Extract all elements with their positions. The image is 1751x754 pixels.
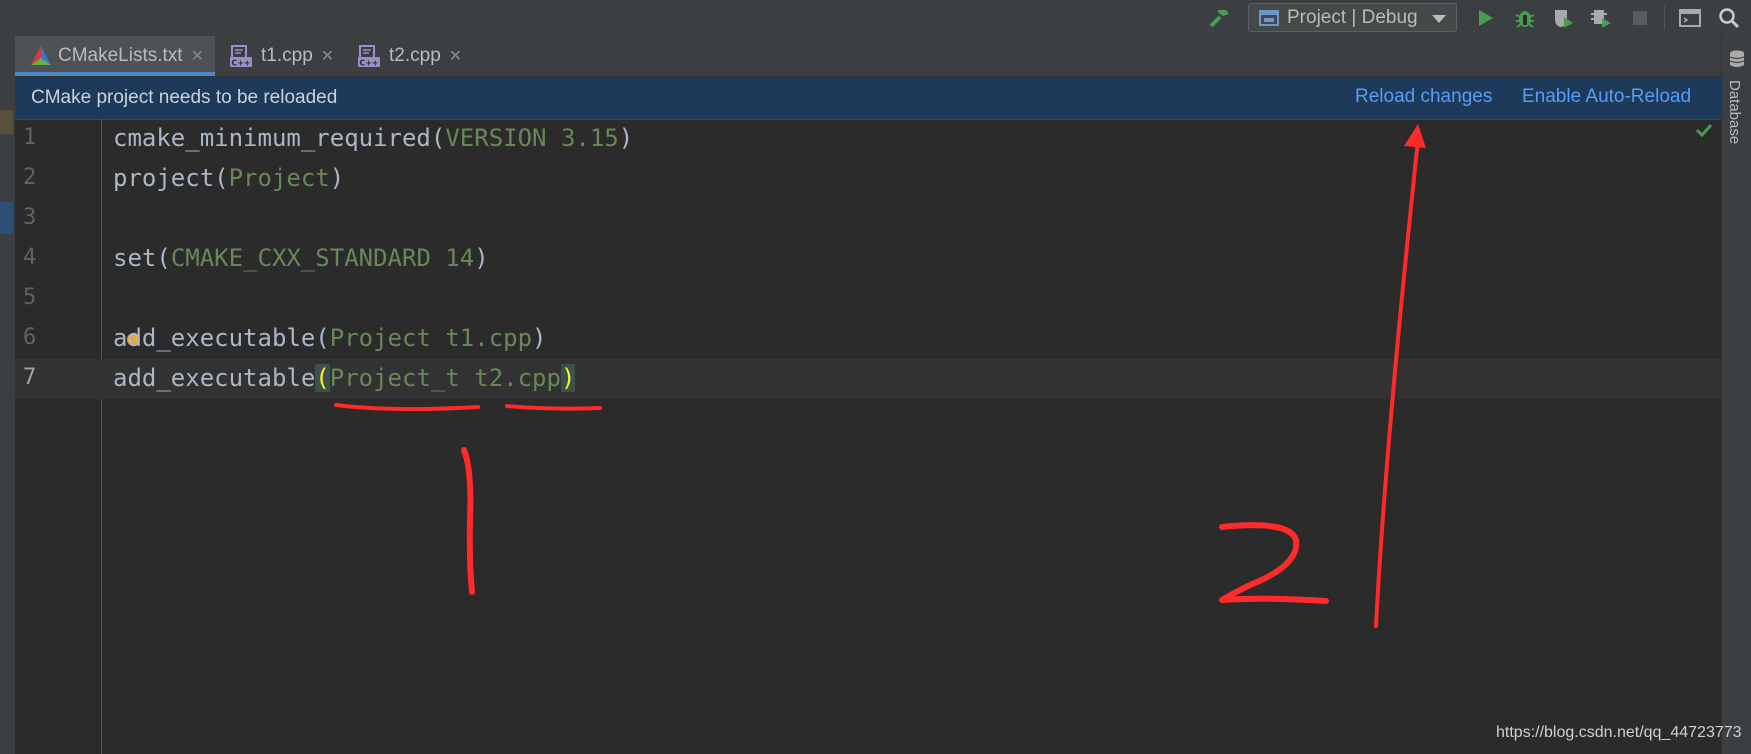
svg-text:C++: C++	[359, 59, 378, 68]
coverage-icon[interactable]	[1548, 0, 1578, 36]
database-tool-button[interactable]: Database	[1726, 80, 1743, 144]
banner-message: CMake project needs to be reloaded	[31, 87, 338, 108]
watermark-url: https://blog.csdn.net/qq_44723773	[1496, 724, 1742, 741]
cpp-file-icon: C++	[229, 44, 253, 68]
project-panel-marker[interactable]	[0, 110, 13, 134]
tab-label: CMakeLists.txt	[58, 45, 183, 66]
tab-label: t2.cpp	[389, 45, 441, 66]
code-line-current[interactable]: 7 add_executable(Project_t t2.cpp)	[15, 359, 1721, 399]
line-number: 1	[23, 125, 37, 150]
code-line[interactable]: 2 project(Project)	[15, 159, 1721, 199]
right-tool-strip: Database	[1721, 36, 1751, 754]
close-icon[interactable]: ✕	[321, 46, 334, 66]
run-configuration-selector[interactable]: Project | Debug	[1248, 3, 1457, 32]
code-line[interactable]: 3	[15, 199, 1721, 239]
line-number: 2	[23, 165, 37, 190]
terminal-layout-icon[interactable]	[1674, 0, 1706, 36]
function-args: VERSION 3.15	[445, 124, 619, 152]
cmake-icon	[30, 45, 52, 67]
tab-t1-cpp[interactable]: C++ t1.cpp ✕	[225, 36, 345, 76]
function-args: Project_t t2.cpp	[329, 364, 561, 392]
line-number: 3	[23, 205, 37, 230]
chevron-down-icon	[1432, 15, 1446, 23]
run-icon[interactable]	[1472, 0, 1500, 36]
close-paren: )	[618, 124, 634, 152]
function-name: project	[113, 164, 215, 192]
function-args: Project t1.cpp	[329, 324, 533, 352]
cpp-file-icon: C++	[357, 44, 381, 68]
cmake-reload-banner: CMake project needs to be reloaded Reloa…	[15, 77, 1721, 120]
enable-auto-reload-link[interactable]: Enable Auto-Reload	[1522, 86, 1691, 108]
main-toolbar: Project | Debug	[0, 0, 1751, 37]
close-paren: )	[474, 244, 489, 272]
line-number: 4	[23, 245, 37, 270]
open-paren: (	[214, 164, 229, 192]
open-paren-highlight: (	[315, 364, 330, 392]
code-line[interactable]: 5	[15, 279, 1721, 319]
function-name: add_executable	[113, 364, 316, 392]
code-line[interactable]: 4 set(CMAKE_CXX_STANDARD 14)	[15, 239, 1721, 279]
close-icon[interactable]: ✕	[449, 46, 462, 66]
svg-text:C++: C++	[231, 59, 250, 68]
open-paren: (	[315, 324, 330, 352]
database-icon	[1729, 50, 1745, 72]
close-paren: )	[532, 324, 547, 352]
line-number: 5	[23, 285, 37, 310]
search-icon[interactable]	[1714, 0, 1744, 36]
function-name: cmake_minimum_required	[113, 124, 431, 152]
tab-cmakelists[interactable]: CMakeLists.txt ✕	[15, 36, 215, 76]
build-hammer-icon[interactable]	[1205, 0, 1235, 36]
left-tool-strip	[0, 36, 16, 754]
line-number: 7	[23, 365, 37, 390]
run-config-icon	[1259, 9, 1279, 27]
close-paren: )	[329, 164, 345, 192]
function-name: add_executable	[113, 324, 316, 352]
debug-icon[interactable]	[1510, 0, 1540, 36]
code-line[interactable]: 6 add_executable(Project t1.cpp)	[15, 319, 1721, 359]
function-args: CMAKE_CXX_STANDARD 14	[170, 244, 475, 272]
open-paren: (	[430, 124, 446, 152]
code-editor[interactable]: 1 cmake_minimum_required(VERSION 3.15) 2…	[15, 119, 1721, 754]
inspection-ok-check-icon[interactable]	[1695, 122, 1713, 141]
reload-changes-link[interactable]: Reload changes	[1355, 86, 1492, 108]
tab-t2-cpp[interactable]: C++ t2.cpp ✕	[353, 36, 473, 76]
editor-tabs: CMakeLists.txt ✕ C++ t1.cpp ✕ C++ t2.cpp…	[15, 36, 1721, 77]
open-paren: (	[156, 244, 171, 272]
toolbar-divider	[1664, 6, 1665, 30]
close-icon[interactable]: ✕	[191, 46, 204, 66]
close-paren-highlight: )	[560, 364, 576, 392]
stop-icon[interactable]	[1626, 0, 1654, 36]
code-line[interactable]: 1 cmake_minimum_required(VERSION 3.15)	[15, 119, 1721, 159]
function-args: Project	[228, 164, 330, 192]
structure-panel-marker[interactable]	[0, 202, 13, 234]
function-name: set	[113, 244, 157, 272]
run-config-label: Project | Debug	[1287, 6, 1418, 28]
profile-icon[interactable]	[1586, 0, 1616, 36]
line-number: 6	[23, 325, 37, 350]
tab-label: t1.cpp	[261, 45, 313, 66]
